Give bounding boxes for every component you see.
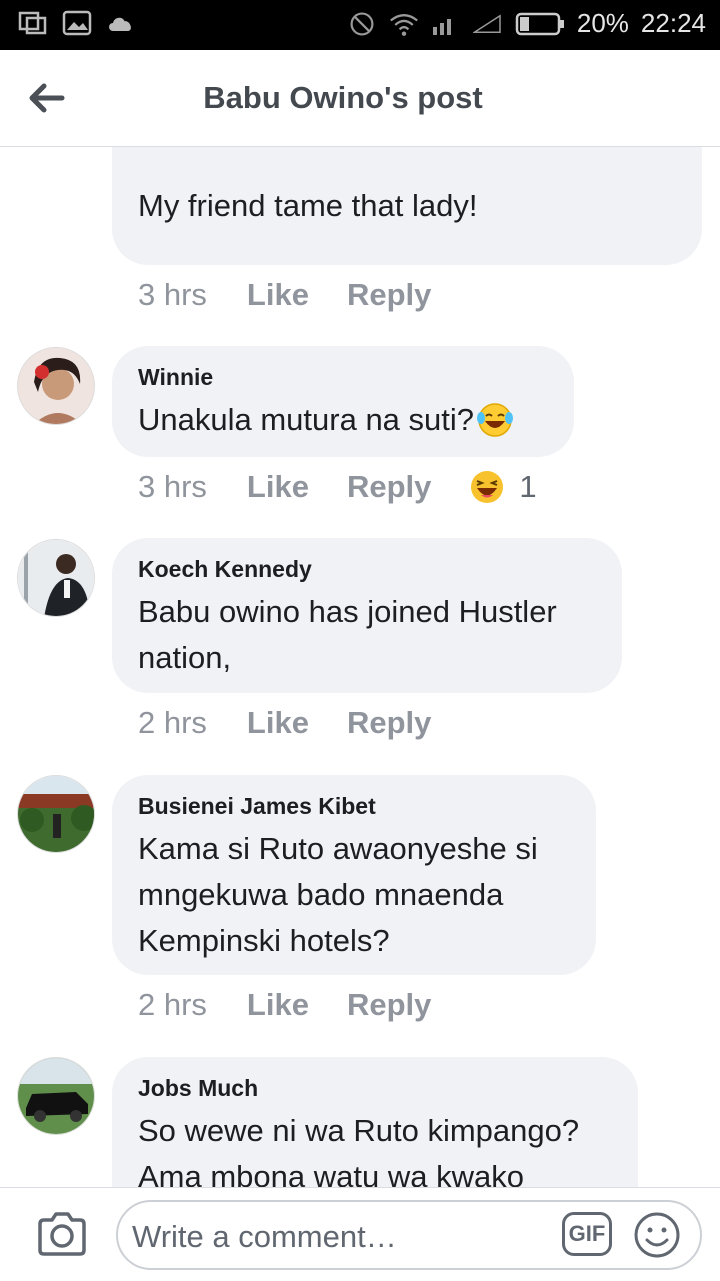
like-button[interactable]: Like	[247, 987, 309, 1023]
cloud-icon	[109, 17, 131, 31]
comment-bubble[interactable]: Busienei James Kibet Kama si Ruto awaony…	[112, 775, 596, 975]
like-button[interactable]: Like	[247, 277, 309, 313]
comment-author[interactable]: Jobs Much	[138, 1075, 612, 1102]
emoji-picker-icon[interactable]	[632, 1210, 682, 1260]
gif-button[interactable]: GIF	[562, 1212, 612, 1256]
comment-bubble[interactable]: My friend tame that lady!	[112, 147, 702, 265]
comment-bubble[interactable]: Winnie Unakula mutura na suti?	[112, 346, 574, 457]
comment-list: My friend tame that lady! 3 hrs Like Rep…	[0, 147, 720, 1187]
comment-bubble[interactable]: Koech Kennedy Babu owino has joined Hust…	[112, 538, 622, 693]
comment-text: Babu owino has joined Hustler nation,	[138, 594, 557, 675]
comment-text: Kama si Ruto awaonyeshe si mngekuwa bado…	[138, 831, 538, 958]
reply-button[interactable]: Reply	[347, 277, 431, 313]
comment-author[interactable]: Koech Kennedy	[138, 556, 596, 583]
avatar-image	[18, 348, 94, 424]
gallery-icon	[62, 10, 92, 36]
comment-author[interactable]: Winnie	[138, 364, 548, 391]
reply-button[interactable]: Reply	[347, 987, 431, 1023]
like-button[interactable]: Like	[247, 705, 309, 741]
laughing-tears-emoji-icon	[477, 403, 514, 437]
comment-bubble[interactable]: Jobs Much So wewe ni wa Ruto kimpango? A…	[112, 1057, 638, 1187]
clock: 22:24	[640, 8, 706, 38]
signal-empty-icon	[472, 13, 501, 33]
comment-input-placeholder: Write a comment…	[132, 1219, 397, 1254]
status-bar: 20% 22:24	[0, 0, 720, 50]
comment-text: My friend tame that lady!	[138, 188, 478, 223]
comment-meta: 2 hrs Like Reply	[138, 987, 469, 1023]
signal-icon	[432, 18, 451, 35]
battery-percent: 20%	[576, 8, 629, 38]
camera-icon[interactable]	[36, 1210, 88, 1258]
do-not-disturb-icon	[350, 12, 374, 35]
reply-button[interactable]: Reply	[347, 469, 431, 505]
status-bar-left	[18, 10, 136, 36]
avatar[interactable]	[17, 1057, 95, 1135]
reaction-count: 1	[519, 469, 537, 504]
comment-text-row: Unakula mutura na suti?	[138, 397, 548, 443]
comment-time: 2 hrs	[138, 705, 207, 740]
comment-composer: Write a comment… GIF	[0, 1187, 720, 1281]
wifi-icon	[389, 13, 418, 36]
avatar[interactable]	[17, 347, 95, 425]
app-header: Babu Owino's post	[0, 50, 720, 147]
comment-meta: 3 hrs Like Reply	[138, 277, 469, 313]
avatar-image	[18, 776, 94, 852]
comment-time: 3 hrs	[138, 469, 207, 504]
haha-reaction-icon	[471, 471, 504, 503]
avatar-image	[18, 540, 94, 616]
comment-time: 2 hrs	[138, 987, 207, 1022]
screenshot-icon	[18, 11, 47, 35]
page-title: Babu Owino's post	[203, 80, 483, 115]
comment-text: Unakula mutura na suti?	[138, 402, 475, 437]
comment-input[interactable]: Write a comment… GIF	[116, 1200, 702, 1270]
comment-meta: 3 hrs Like Reply 1	[138, 469, 537, 505]
reaction-summary[interactable]: 1	[469, 469, 537, 505]
avatar-image	[18, 1058, 94, 1134]
reply-button[interactable]: Reply	[347, 705, 431, 741]
comment-text: So wewe ni wa Ruto kimpango? Ama mbona w…	[138, 1113, 580, 1187]
comment-meta: 2 hrs Like Reply	[138, 705, 469, 741]
status-bar-right: 20% 22:24	[347, 8, 706, 39]
comment-time: 3 hrs	[138, 277, 207, 312]
like-button[interactable]: Like	[247, 469, 309, 505]
comment-author[interactable]: Busienei James Kibet	[138, 793, 570, 820]
avatar[interactable]	[17, 539, 95, 617]
battery-icon	[515, 12, 564, 35]
avatar[interactable]	[17, 775, 95, 853]
